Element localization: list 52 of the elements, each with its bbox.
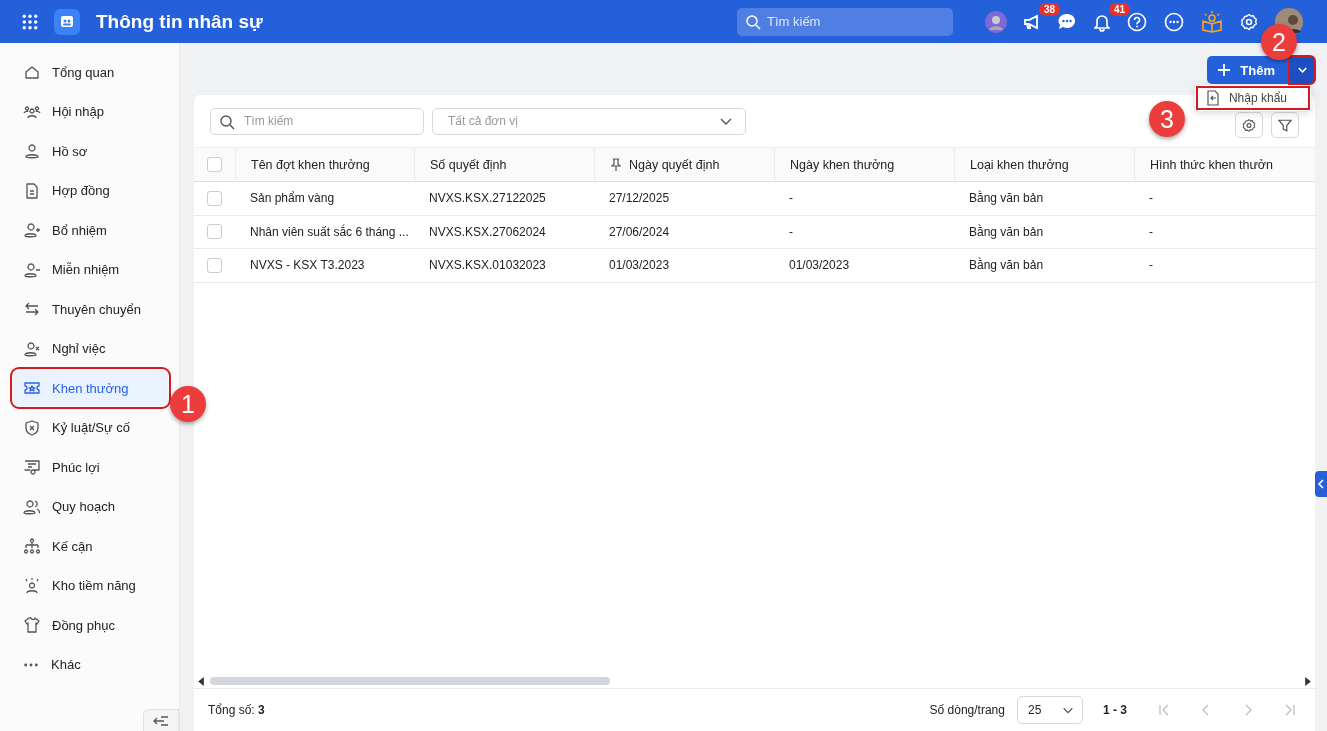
sidebar-item[interactable]: Kỷ luật/Sự cố [13,409,168,446]
page-range: 1 - 3 [1103,703,1127,717]
table-cell-text: - [1148,223,1154,241]
sidebar-item[interactable]: Nghỉ việc [13,330,168,367]
column-header[interactable]: Hình thức khen thưởn [1134,148,1274,181]
total-count: Tổng số: 3 [208,703,265,717]
step-marker: 1 [170,386,206,422]
app-title: Thông tin nhân sự [96,10,263,33]
sidebar-item[interactable]: Khen thưởng [13,370,168,406]
table-cell-text: - [1148,257,1154,275]
notification-count: 38 [1039,2,1061,16]
column-header[interactable]: Loại khen thưởng [954,148,1134,181]
table-cell-text: 01/03/2023 [608,257,671,275]
column-header[interactable]: Tên đợt khen thưởng [235,148,414,181]
sidebar-item[interactable]: Đồng phục [13,607,168,643]
table-cell-text: Bằng văn bản [968,189,1045,208]
sidebar-item[interactable]: Khác [13,646,168,683]
sidebar-item[interactable]: Thuyên chuyển [13,291,168,327]
sidebar-item[interactable]: Kế cận [13,528,168,564]
sidebar-item[interactable]: Tổng quan [13,54,168,90]
search-field[interactable]: Tìm kiếm [737,7,953,36]
notification-count: 41 [1109,2,1131,16]
table-cell-text: Bằng văn bản [968,223,1045,241]
sidebar-item[interactable]: Hội nhập [13,93,168,130]
rows-per-page-select[interactable]: 25 [1017,696,1083,724]
sidebar-item[interactable]: Hợp đồng [13,172,168,209]
sidebar-item[interactable]: Phúc lợi [13,449,168,485]
sidebar-item[interactable]: Quy hoạch [13,488,168,525]
column-header[interactable]: Ngày khen thưởng [774,148,954,181]
table-cell-text: Nhân viên suất sắc 6 tháng ... [249,223,410,241]
column-header[interactable]: Số quyết định [414,148,594,181]
table-cell-text: 27/06/2024 [608,223,671,241]
sidebar-item[interactable]: Kho tiềm năng [13,567,168,604]
table-cell-text: Bằng văn bản [968,256,1045,275]
table-cell-text: NVXS.KSX.27122025 [428,190,547,208]
table-cell-text: NVXS - KSX T3.2023 [249,257,366,275]
table-cell-text: NVXS.KSX.01032023 [428,257,547,275]
table-cell-text: - [1148,190,1154,208]
column-header[interactable]: Ngày quyết định [594,148,774,181]
rows-per-page-label: Số dòng/trang [929,703,1005,717]
table-cell-text: - [788,223,794,241]
table-cell-text: NVXS.KSX.27062024 [428,223,547,241]
table-cell-text: 27/12/2025 [608,190,671,208]
table-cell-text: - [788,190,794,208]
sidebar-item[interactable]: Miễn nhiệm [13,251,168,288]
table-cell-text: 01/03/2023 [788,257,851,275]
sidebar-item[interactable]: Bổ nhiệm [13,212,168,248]
import-menu-item[interactable]: Nhập khẩu [1196,87,1309,109]
add-button[interactable]: Thêm [1207,56,1289,84]
search-field[interactable]: Tìm kiếm [210,107,424,135]
table-cell-text: Sản phẩm vàng [249,190,336,208]
sidebar-item[interactable]: Hồ sơ [13,133,168,169]
